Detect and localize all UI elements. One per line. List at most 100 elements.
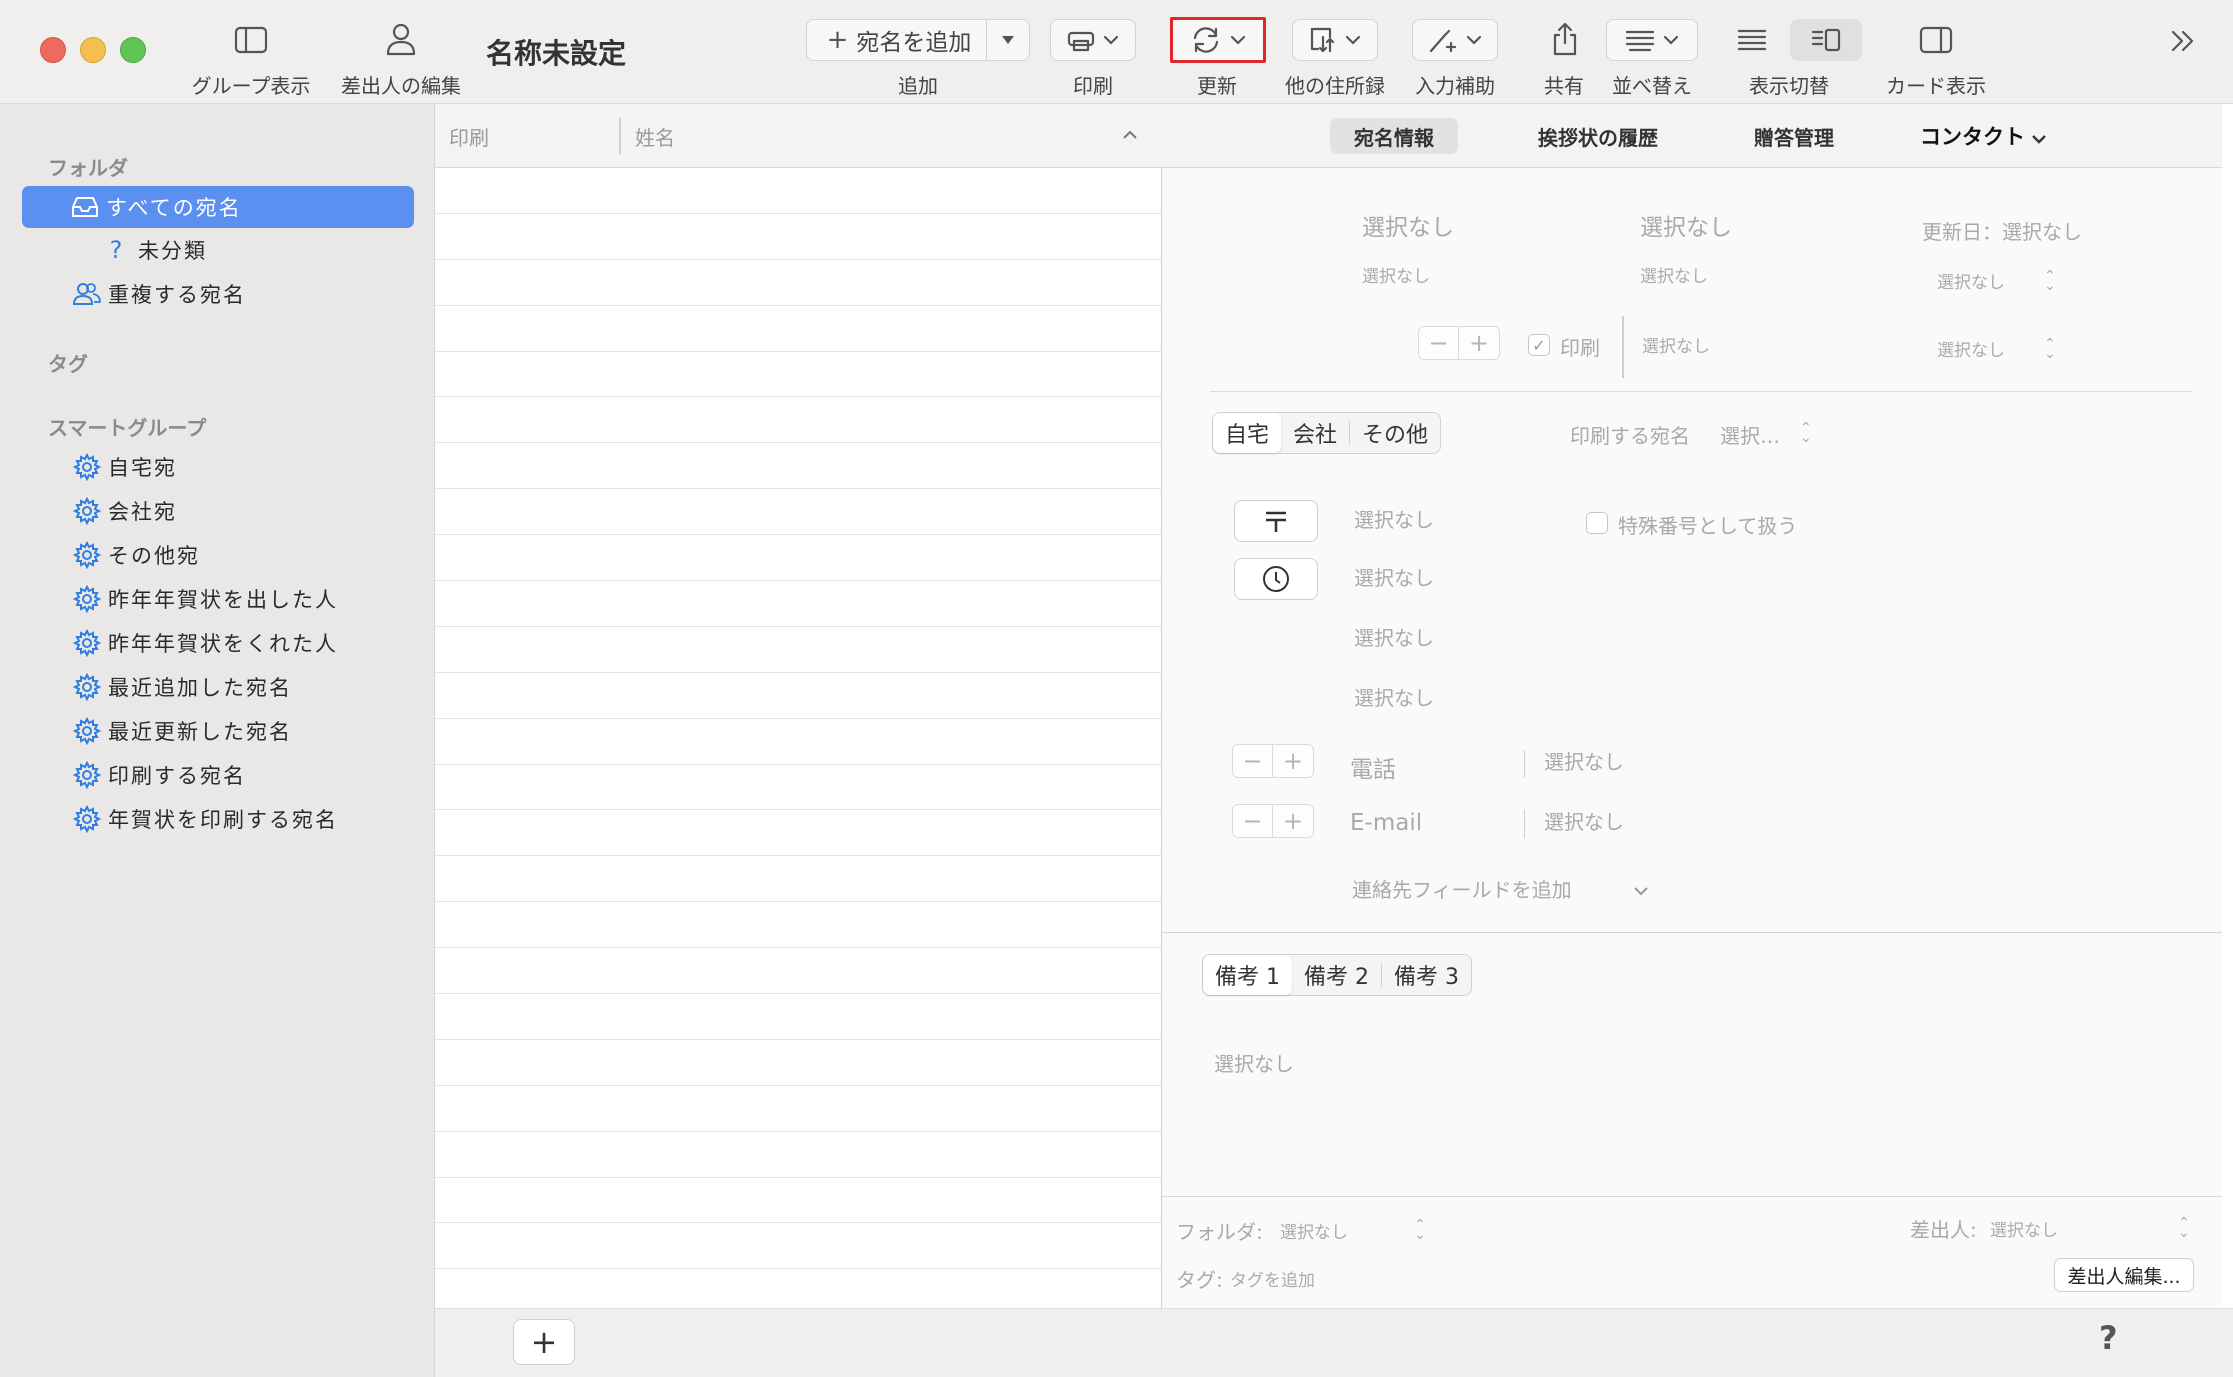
table-row[interactable] (435, 673, 1162, 719)
address-field-2[interactable]: 選択なし (1354, 622, 1434, 651)
sidebar-item-all-addresses[interactable]: すべての宛名 (22, 186, 414, 228)
smart-group-item[interactable]: その他宛 (22, 534, 414, 576)
add-tag-field[interactable]: タグを追加 (1230, 1266, 1315, 1291)
map-button[interactable] (1234, 558, 1318, 600)
minimize-window-button[interactable] (80, 37, 106, 63)
card-view-icon[interactable] (1918, 22, 1954, 58)
last-name-field[interactable]: 選択なし (1362, 208, 1454, 242)
smart-group-item[interactable]: 最近追加した宛名 (22, 666, 414, 708)
name-plus-minus-stepper[interactable]: − + (1418, 326, 1500, 360)
minus-icon[interactable]: − (1419, 327, 1459, 359)
updown-icon[interactable]: ⌃ ⌄ (1800, 421, 1812, 445)
table-row[interactable] (435, 352, 1162, 398)
add-contact-field-button[interactable]: 連絡先フィールドを追加 (1352, 874, 1572, 903)
table-row[interactable] (435, 1223, 1162, 1270)
note-text-area[interactable]: 選択なし (1214, 1048, 1294, 1077)
smart-group-item[interactable]: 最近更新した宛名 (22, 710, 414, 752)
smart-group-item[interactable]: 年賀状を印刷する宛名 (22, 798, 414, 840)
minus-icon[interactable]: − (1233, 745, 1273, 777)
updown-icon[interactable]: ⌃ ⌄ (2044, 337, 2056, 361)
add-address-button[interactable]: + 宛名を追加 (806, 19, 992, 61)
segment-note-1[interactable]: 備考 1 (1203, 955, 1292, 995)
table-row[interactable] (435, 306, 1162, 352)
segment-other[interactable]: その他 (1350, 413, 1440, 453)
sender-edit-button[interactable]: 差出人編集... (2054, 1258, 2194, 1292)
segment-company[interactable]: 会社 (1281, 413, 1349, 453)
share-icon[interactable] (1548, 20, 1582, 58)
plus-icon[interactable]: + (1273, 805, 1313, 837)
column-divider[interactable] (619, 118, 621, 154)
person-icon[interactable] (383, 20, 419, 58)
table-row[interactable] (435, 168, 1162, 214)
table-row[interactable] (435, 994, 1162, 1040)
email-stepper[interactable]: − + (1232, 804, 1314, 838)
sort-ascending-icon[interactable] (1121, 126, 1139, 145)
first-name-field[interactable]: 選択なし (1640, 208, 1732, 242)
honorific-field[interactable]: 選択なし (1642, 332, 1710, 357)
table-row[interactable] (435, 535, 1162, 582)
add-record-button[interactable]: + (513, 1319, 575, 1365)
sidebar-item-uncategorized[interactable]: ? 未分類 (22, 229, 414, 271)
tab-gift-management[interactable]: 贈答管理 (1730, 118, 1858, 154)
list-view-icon[interactable] (1732, 22, 1772, 58)
updown-icon[interactable]: ⌃ ⌄ (1414, 1218, 1426, 1242)
table-row[interactable] (435, 1040, 1162, 1086)
print-address-select[interactable]: 選択… (1720, 420, 1780, 449)
table-row[interactable] (435, 581, 1162, 627)
print-checkbox[interactable]: ✓ (1528, 334, 1550, 356)
smart-group-item[interactable]: 会社宛 (22, 490, 414, 532)
phone-field[interactable]: 選択なし (1544, 746, 1624, 775)
updown-icon[interactable]: ⌃ ⌄ (2178, 1216, 2190, 1240)
special-number-checkbox[interactable] (1586, 512, 1608, 534)
tab-address-info[interactable]: 宛名情報 (1330, 118, 1458, 154)
sender-select[interactable]: 選択なし (1990, 1216, 2058, 1241)
table-row[interactable] (435, 1178, 1162, 1224)
first-name-kana-field[interactable]: 選択なし (1640, 262, 1708, 287)
chevron-down-icon[interactable] (1632, 882, 1650, 901)
table-row[interactable] (435, 902, 1162, 949)
plus-icon[interactable]: + (1459, 327, 1499, 359)
overflow-chevron-icon[interactable] (2166, 26, 2200, 56)
table-row[interactable] (435, 214, 1162, 260)
smart-group-item[interactable]: 自宅宛 (22, 446, 414, 488)
sort-button[interactable] (1606, 19, 1698, 61)
phone-stepper[interactable]: − + (1232, 744, 1314, 778)
sidebar-item-duplicates[interactable]: 重複する宛名 (22, 273, 414, 315)
updown-icon[interactable]: ⌃ ⌄ (2044, 269, 2056, 293)
table-row[interactable] (435, 1086, 1162, 1132)
folder-select[interactable]: 選択なし (1280, 1218, 1348, 1243)
help-button[interactable]: ? (2099, 1319, 2118, 1357)
other-address-book-button[interactable] (1292, 19, 1378, 61)
address-field-1[interactable]: 選択なし (1354, 562, 1434, 591)
print-button[interactable] (1050, 19, 1136, 61)
split-view-icon[interactable] (1790, 19, 1862, 61)
table-row[interactable] (435, 260, 1162, 306)
select-field-2[interactable]: 選択なし (1937, 336, 2005, 361)
table-row[interactable] (435, 948, 1162, 995)
table-row[interactable] (435, 489, 1162, 536)
segment-note-3[interactable]: 備考 3 (1382, 955, 1471, 995)
postal-code-field[interactable]: 選択なし (1354, 504, 1434, 533)
sidebar-toggle-icon[interactable] (233, 22, 269, 58)
table-row[interactable] (435, 443, 1162, 490)
smart-group-item[interactable]: 印刷する宛名 (22, 754, 414, 796)
segment-note-2[interactable]: 備考 2 (1292, 955, 1381, 995)
table-row[interactable] (435, 856, 1162, 903)
zoom-window-button[interactable] (120, 37, 146, 63)
tab-greeting-history[interactable]: 挨拶状の履歴 (1514, 118, 1682, 154)
plus-icon[interactable]: + (1273, 745, 1313, 777)
table-row[interactable] (435, 627, 1162, 673)
update-button[interactable] (1170, 17, 1266, 63)
close-window-button[interactable] (40, 37, 66, 63)
postal-code-button[interactable] (1234, 500, 1318, 542)
tab-contact[interactable]: コンタクト (1896, 118, 2049, 154)
chevron-down-icon[interactable] (2030, 130, 2048, 149)
column-name[interactable]: 姓名 (635, 122, 675, 151)
smart-group-item[interactable]: 昨年年賀状を出した人 (22, 578, 414, 620)
select-field-1[interactable]: 選択なし (1937, 268, 2005, 293)
table-row[interactable] (435, 1132, 1162, 1178)
table-row[interactable] (435, 397, 1162, 444)
table-row[interactable] (435, 765, 1162, 811)
email-field[interactable]: 選択なし (1544, 806, 1624, 835)
input-assist-button[interactable] (1412, 19, 1498, 61)
